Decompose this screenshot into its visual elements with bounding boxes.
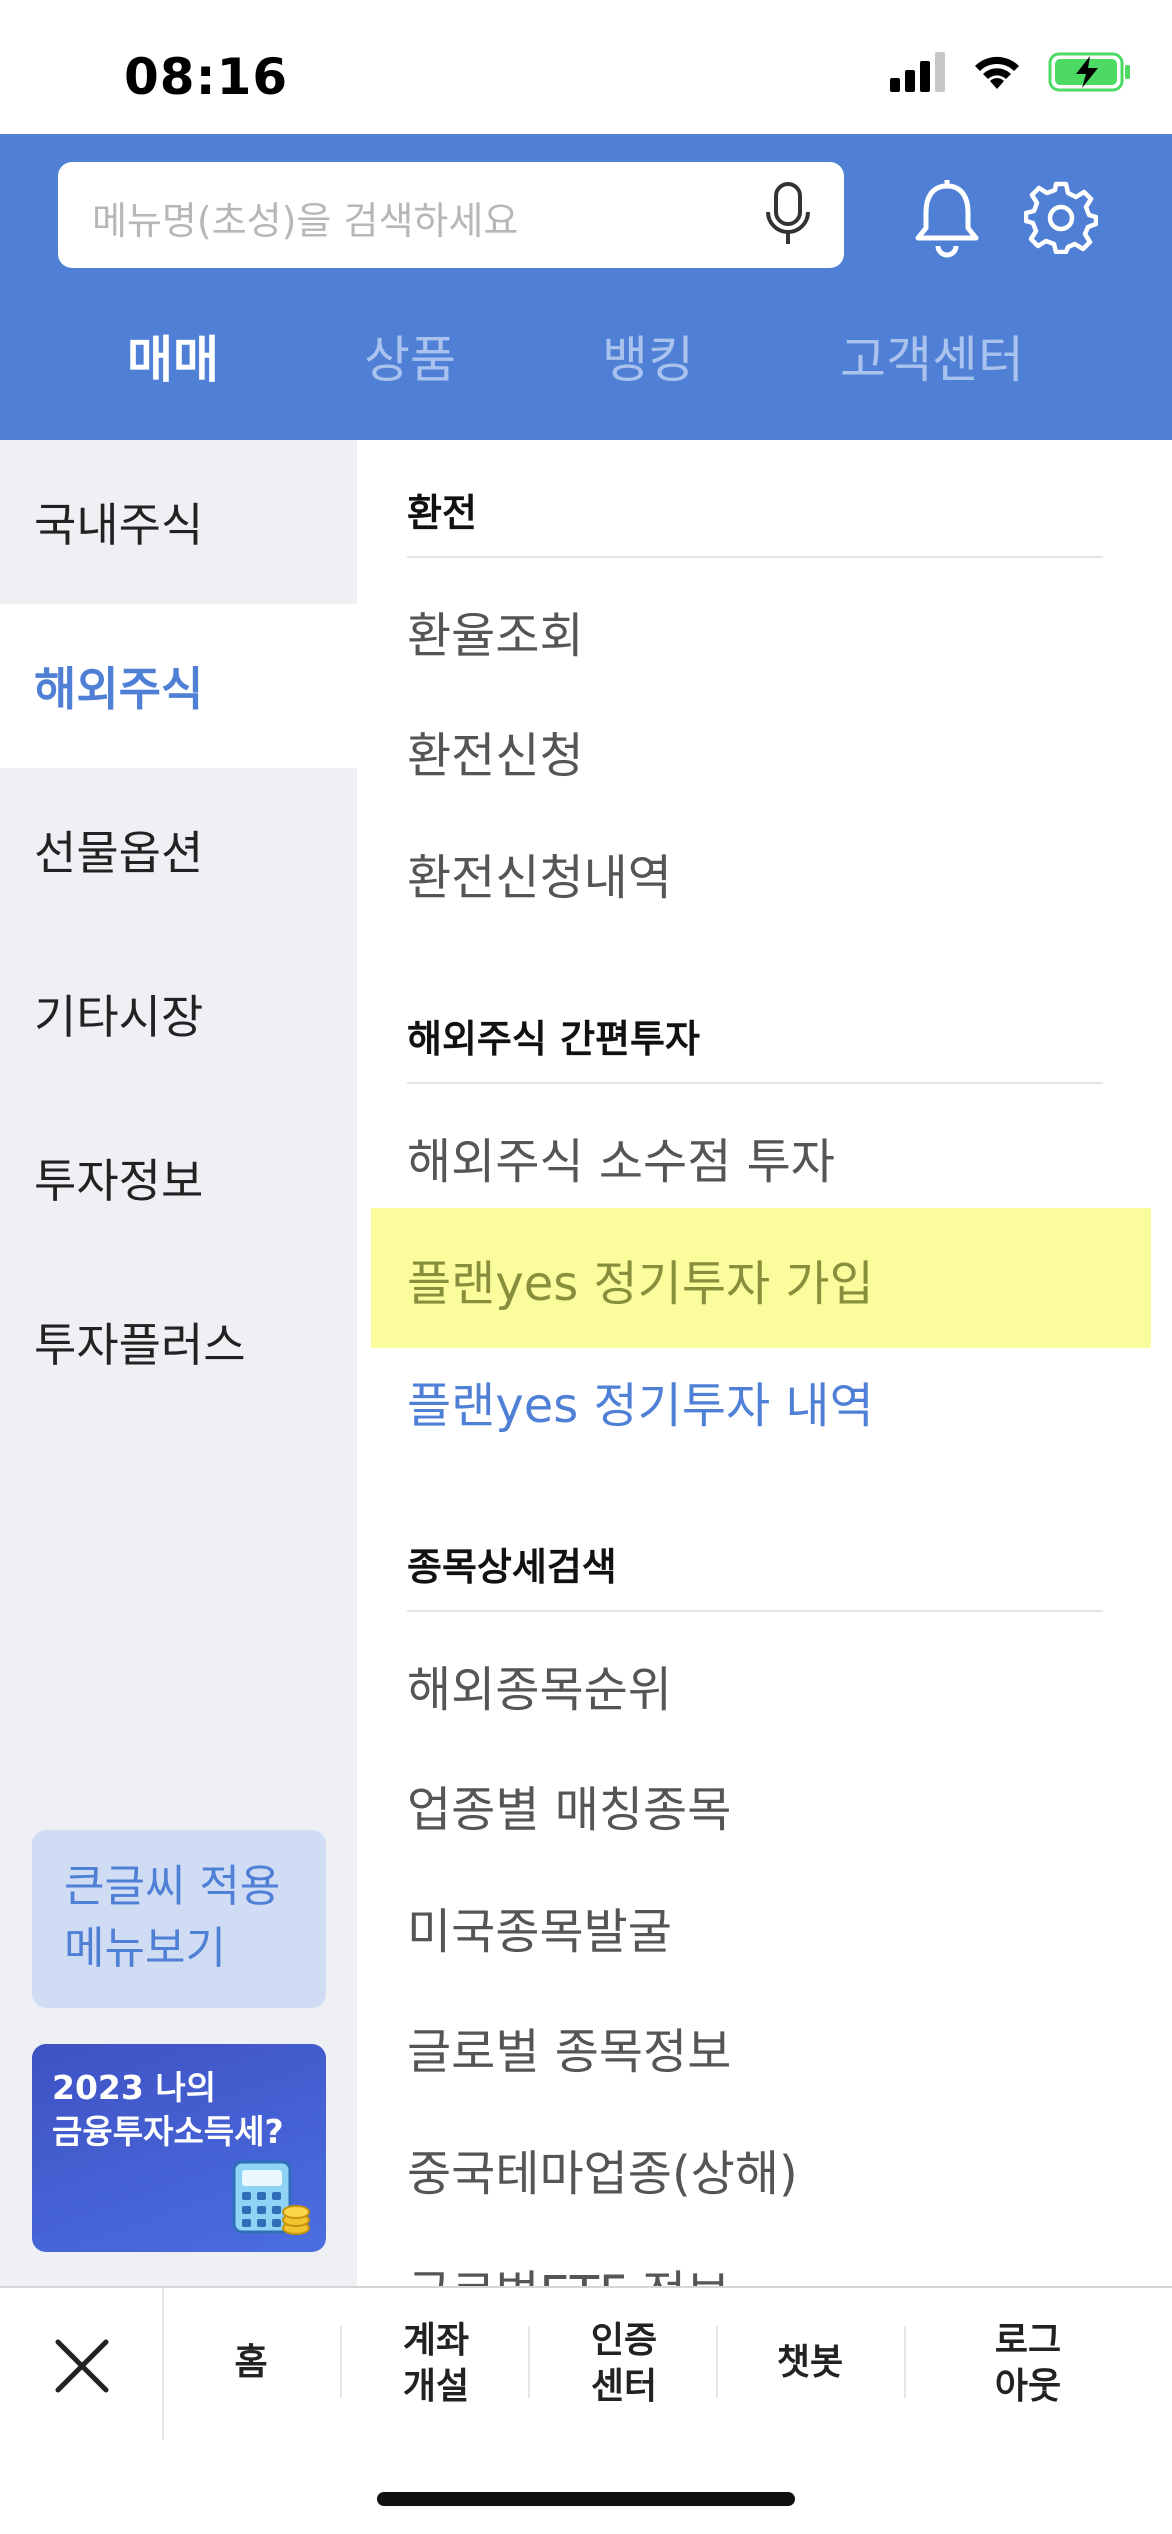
top-tabs: 매매 상품 뱅킹 고객센터 — [0, 320, 1172, 410]
nav-separator — [528, 2326, 530, 2398]
menu-item-global-etf[interactable]: 글로벌ETF 정보 — [407, 2254, 730, 2286]
section-title-easy-invest: 해외주식 간편투자 — [407, 1017, 700, 1061]
microphone-icon[interactable] — [758, 180, 818, 250]
tab-banking[interactable]: 뱅킹 — [602, 320, 694, 392]
status-bar: 08:16 — [0, 0, 1172, 134]
banner-line2: 금융투자소득세? — [52, 2112, 284, 2151]
menu-item-overseas-ranking[interactable]: 해외종목순위 — [407, 1650, 672, 1720]
large-font-menu-button[interactable]: 큰글씨 적용 메뉴보기 — [32, 1830, 326, 2008]
nav-separator — [904, 2326, 906, 2398]
menu-item-exchange-history[interactable]: 환전신청내역 — [407, 838, 672, 908]
nav-logout[interactable]: 로그 아웃 — [988, 2318, 1068, 2410]
section-divider — [407, 1610, 1103, 1612]
section-divider — [407, 556, 1103, 558]
gear-icon[interactable] — [1024, 180, 1098, 254]
menu-item-exchange-apply[interactable]: 환전신청 — [407, 716, 584, 786]
sidebar-item-futures-options[interactable]: 선물옵션 — [0, 768, 357, 932]
section-title-stock-search: 종목상세검색 — [407, 1545, 617, 1589]
nav-open-account-line2: 개설 — [402, 2366, 470, 2407]
header: 메뉴명(초성)을 검색하세요 매매 상품 뱅킹 고객센터 — [0, 134, 1172, 440]
nav-cert-center-line2: 센터 — [590, 2366, 658, 2407]
nav-chatbot[interactable]: 챗봇 — [770, 2340, 850, 2386]
tax-banner[interactable]: 2023 나의 금융투자소득세? — [32, 2044, 326, 2252]
sidebar-item-investment-info[interactable]: 투자정보 — [0, 1096, 357, 1260]
menu-item-planyes-history[interactable]: 플랜yes 정기투자 내역 — [407, 1366, 874, 1436]
signal-icon — [890, 52, 945, 92]
nav-logout-line1: 로그 — [994, 2320, 1062, 2361]
nav-cert-center-line1: 인증 — [590, 2320, 658, 2361]
nav-cert-center[interactable]: 인증 센터 — [584, 2318, 664, 2410]
status-time: 08:16 — [124, 48, 289, 106]
sidebar-item-invest-plus[interactable]: 투자플러스 — [0, 1260, 357, 1424]
calculator-icon — [232, 2160, 310, 2235]
search-input[interactable]: 메뉴명(초성)을 검색하세요 — [58, 162, 844, 268]
nav-open-account-line1: 계좌 — [402, 2320, 470, 2361]
nav-separator — [340, 2326, 342, 2398]
large-font-label-line2: 메뉴보기 — [64, 1923, 226, 1974]
status-icons — [890, 52, 1132, 92]
nav-open-account[interactable]: 계좌 개설 — [396, 2318, 476, 2410]
nav-separator — [716, 2326, 718, 2398]
menu-item-fractional-invest[interactable]: 해외주식 소수점 투자 — [407, 1122, 835, 1192]
close-icon — [55, 2339, 109, 2393]
tab-products[interactable]: 상품 — [364, 320, 456, 392]
menu-item-global-stock-info[interactable]: 글로벌 종목정보 — [407, 2012, 731, 2082]
bell-icon[interactable] — [910, 178, 984, 258]
menu-item-planyes-join[interactable]: 플랜yes 정기투자 가입 — [407, 1244, 874, 1314]
search-placeholder: 메뉴명(초성)을 검색하세요 — [92, 199, 519, 243]
menu-item-exchange-rate[interactable]: 환율조회 — [407, 596, 584, 666]
menu-item-us-stock-discovery[interactable]: 미국종목발굴 — [407, 1892, 672, 1962]
menu-item-china-theme[interactable]: 중국테마업종(상해) — [407, 2134, 798, 2204]
sidebar-item-overseas-stocks[interactable]: 해외주식 — [0, 604, 357, 768]
section-divider — [407, 1082, 1103, 1084]
section-title-exchange: 환전 — [407, 491, 477, 535]
menu-content: 환전 환율조회 환전신청 환전신청내역 해외주식 간편투자 해외주식 소수점 투… — [357, 440, 1172, 2286]
close-button[interactable] — [0, 2288, 164, 2440]
sidebar-item-domestic-stocks[interactable]: 국내주식 — [0, 440, 357, 604]
battery-charging-icon — [1048, 52, 1130, 92]
wifi-icon — [975, 56, 1019, 89]
tab-trading[interactable]: 매매 — [127, 320, 219, 392]
menu-item-industry-matching[interactable]: 업종별 매칭종목 — [407, 1770, 731, 1840]
banner-line1: 2023 나의 — [52, 2068, 217, 2107]
nav-logout-line2: 아웃 — [994, 2366, 1062, 2407]
large-font-label-line1: 큰글씨 적용 — [64, 1861, 281, 1912]
tab-customer-center[interactable]: 고객센터 — [840, 320, 1024, 392]
nav-home[interactable]: 홈 — [226, 2340, 276, 2386]
home-indicator — [377, 2492, 795, 2506]
sidebar-item-other-markets[interactable]: 기타시장 — [0, 932, 357, 1096]
sidebar: 국내주식 해외주식 선물옵션 기타시장 투자정보 투자플러스 큰글씨 적용 메뉴… — [0, 440, 357, 2286]
